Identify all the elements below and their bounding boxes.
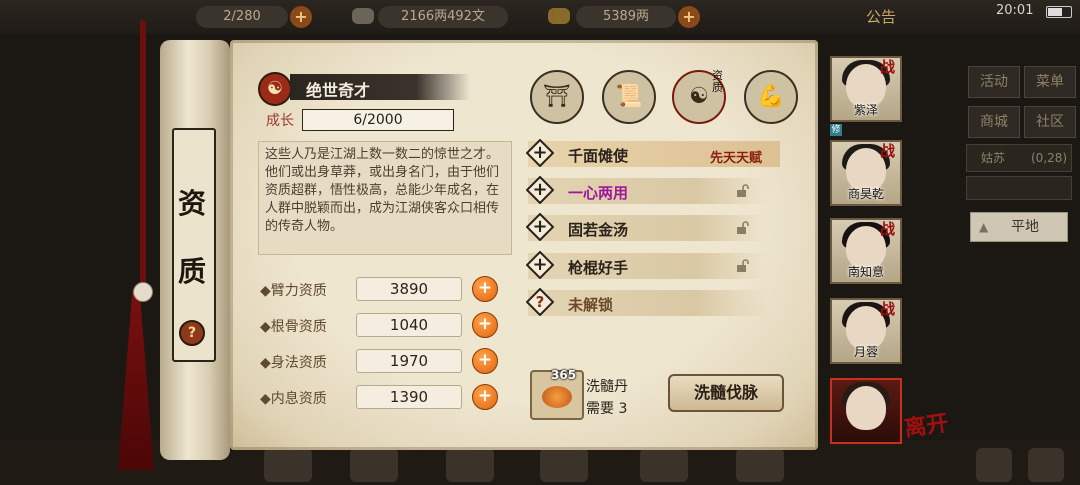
gold-add-button[interactable]: + (678, 6, 700, 28)
svg-text:+: + (532, 179, 547, 200)
attr-label-agility: ◆身法资质 (260, 355, 327, 371)
notice-button[interactable]: 公告 (866, 6, 896, 27)
trait-row[interactable]: ? 未解锁 (526, 288, 768, 316)
attr-add-breath-button[interactable]: + (472, 384, 498, 410)
leave-tag[interactable]: 离开 (902, 405, 950, 443)
trait-name: 枪棍好手 (568, 259, 629, 277)
location-name: 姑苏 (981, 151, 1006, 165)
attr-label-strength: ◆臂力资质 (260, 283, 327, 299)
svg-text:+: + (532, 254, 547, 275)
storage-counter: 2/280 (196, 6, 288, 28)
pill-name: 洗髓丹 (586, 379, 628, 395)
talent-name: 绝世奇才 (306, 81, 371, 100)
add-trait-icon[interactable]: + (526, 251, 554, 279)
attr-add-strength-button[interactable]: + (472, 276, 498, 302)
battery-icon (1046, 6, 1072, 18)
trait-name: 千面傩使 (568, 147, 629, 165)
bottom-menu-item[interactable] (264, 448, 312, 482)
character-name: 紫泽 (853, 103, 878, 117)
svg-text:+: + (532, 142, 547, 163)
trait-row[interactable]: + 一心两用 (526, 176, 768, 204)
activity-button[interactable]: 活动 (968, 66, 1020, 98)
growth-label: 成长 (266, 113, 294, 129)
terrain-label: ▲ 平地 (970, 212, 1068, 242)
pill-requirement: 需要 3 (586, 401, 628, 417)
bottom-menu-item[interactable] (736, 448, 784, 482)
svg-text:+: + (532, 216, 547, 237)
trait-row[interactable]: + 千面傩使 先天天赋 (526, 139, 780, 167)
unlock-icon (737, 184, 749, 197)
character-name: 南知意 (847, 265, 884, 279)
talent-emblem-icon: ☯ (258, 72, 292, 106)
bottom-menu-item[interactable] (976, 448, 1012, 482)
trait-innate-tag: 先天天赋 (710, 151, 763, 166)
bottom-menu-item[interactable] (540, 448, 588, 482)
character-name: 月蓉 (853, 345, 878, 359)
gold-counter: 5389两 (576, 6, 676, 28)
help-button[interactable]: ? (179, 320, 205, 346)
map-compass (966, 176, 1072, 200)
bottom-menu-item[interactable] (640, 448, 688, 482)
portrait-selected-character[interactable] (830, 378, 902, 444)
attr-add-bone-button[interactable]: + (472, 312, 498, 338)
pill-count: 365 (551, 368, 577, 382)
pill-bowl-icon (542, 386, 572, 408)
trait-name: 固若金汤 (568, 221, 629, 239)
add-trait-icon[interactable]: + (526, 176, 554, 204)
rank-badge: 修 (830, 124, 842, 136)
bottom-menu-item[interactable] (350, 448, 398, 482)
battle-tag: 战 (880, 58, 896, 76)
tassel-cord (140, 20, 146, 300)
menu-button[interactable]: 菜单 (1024, 66, 1076, 98)
character-tab-hat-icon[interactable]: ⛩ (530, 70, 584, 124)
trait-row[interactable]: + 枪棍好手 (526, 251, 768, 279)
skill-book-tab-icon[interactable]: 📜 (602, 70, 656, 124)
battle-tag: 战 (880, 300, 896, 318)
clock: 20:01 (996, 3, 1034, 18)
add-trait-icon[interactable]: + (526, 213, 554, 241)
wash-marrow-button[interactable]: 洗髓伐脉 (668, 374, 784, 412)
trait-name: 一心两用 (568, 184, 629, 202)
money-counter: 2166两492文 (378, 6, 508, 28)
character-name: 商昊乾 (847, 187, 884, 201)
top-bar (0, 0, 1080, 34)
meridian-tab-body-icon[interactable]: 💪 (744, 70, 798, 124)
trait-row[interactable]: + 固若金汤 (526, 213, 768, 241)
scroll-title-char-2: 质 (178, 255, 207, 288)
location-bar: 姑苏 (0,28) (966, 144, 1072, 172)
battle-tag: 战 (880, 142, 896, 160)
shop-button[interactable]: 商城 (968, 106, 1020, 138)
battle-tag: 战 (880, 220, 896, 238)
attr-label-bone: ◆根骨资质 (260, 319, 327, 335)
storage-add-button[interactable]: + (290, 6, 312, 28)
attr-value-strength: 3890 (356, 277, 462, 301)
attr-value-breath: 1390 (356, 385, 462, 409)
community-button[interactable]: 社区 (1024, 106, 1076, 138)
attr-label-breath: ◆内息资质 (260, 391, 327, 407)
growth-value: 6/2000 (302, 109, 454, 131)
aptitude-tab-label: 资质 (712, 69, 723, 94)
svg-text:?: ? (536, 293, 545, 311)
attr-value-bone: 1040 (356, 313, 462, 337)
talent-description: 这些人乃是江湖上数一数二的惊世之才。他们或出身草莽，或出身名门，由于他们资质超群… (258, 141, 512, 255)
attr-value-agility: 1970 (356, 349, 462, 373)
gold-icon (548, 8, 570, 24)
tassel (118, 290, 154, 470)
trait-name: 未解锁 (568, 296, 614, 314)
tassel-bead (133, 282, 153, 302)
attr-add-agility-button[interactable]: + (472, 348, 498, 374)
add-trait-icon[interactable]: + (526, 139, 554, 167)
unknown-icon[interactable]: ? (526, 288, 554, 316)
location-coords: (0,28) (1031, 151, 1068, 165)
scroll-title-char-1: 资 (178, 187, 207, 220)
terrain-icon: ▲ (979, 220, 989, 234)
bottom-menu-item[interactable] (446, 448, 494, 482)
unlock-icon (737, 221, 749, 234)
bottom-menu-item[interactable] (1028, 448, 1064, 482)
money-icon (352, 8, 374, 24)
unlock-icon (737, 259, 749, 272)
